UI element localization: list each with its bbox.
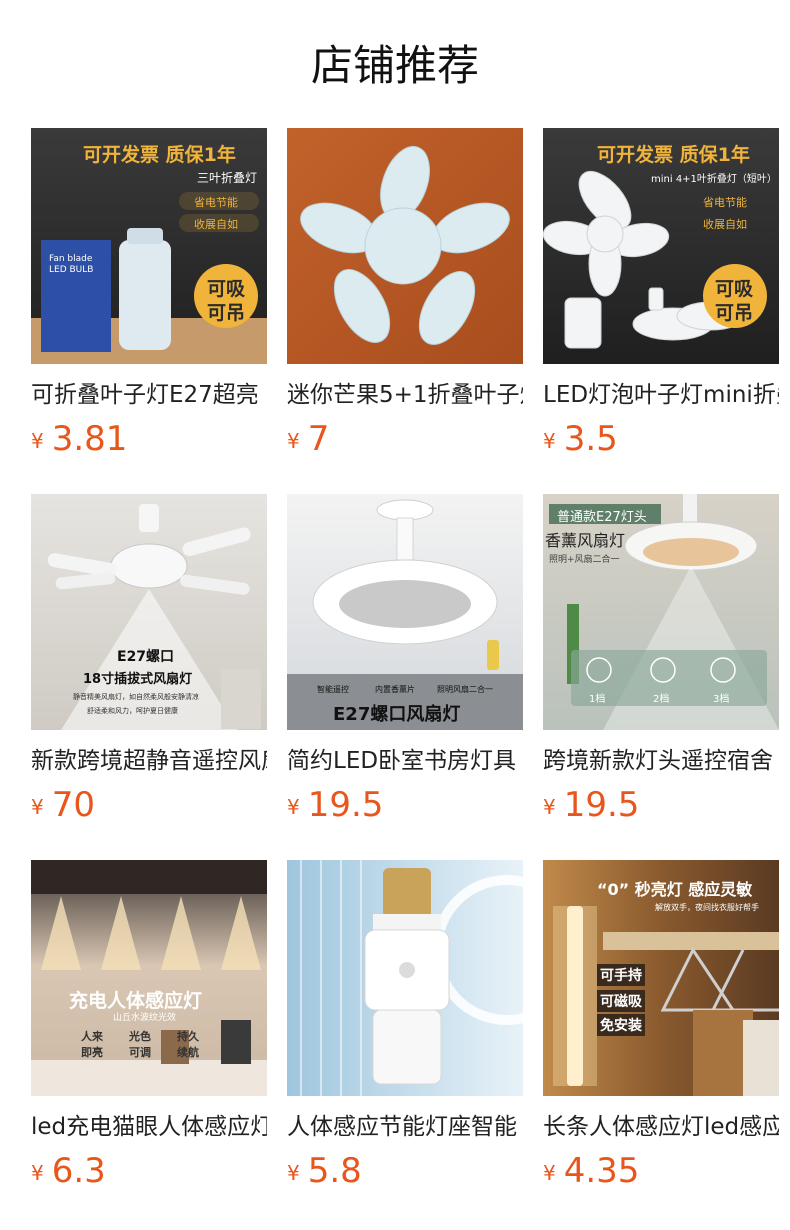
image-text: 可吊 <box>715 302 754 324</box>
product-price: ¥4.35 <box>543 1152 779 1190</box>
image-text: 静音精美风扇灯，如自然柔风般安静清凉 <box>73 693 199 701</box>
product-price: ¥3.5 <box>543 420 779 458</box>
image-text: 照明+风扇二合一 <box>549 555 620 565</box>
product-card[interactable]: “0” 秒亮灯 感应灵敏 解放双手，夜间找衣服好帮手 可手持 可磁吸 免安装 长… <box>543 860 779 1196</box>
currency-symbol: ¥ <box>31 1161 44 1185</box>
product-image[interactable]: 普通款E27灯头 香薰风扇灯 照明+风扇二合一 1档 2档 3档 <box>543 494 779 730</box>
currency-symbol: ¥ <box>543 795 556 819</box>
product-name[interactable]: 新款跨境超静音遥控风扇灯 <box>31 746 267 776</box>
image-text: 三叶折叠灯 <box>197 171 258 185</box>
image-text: 舒适柔和风力，呵护夏日健康 <box>87 707 178 715</box>
image-text: 普通款E27灯头 <box>557 510 647 525</box>
product-price: ¥70 <box>31 786 267 824</box>
image-text: 照明风扇二合一 <box>437 685 493 694</box>
price-value: 19.5 <box>563 785 640 825</box>
product-name[interactable]: 简约LED卧室书房灯具 <box>287 746 523 776</box>
product-price: ¥7 <box>287 420 523 458</box>
product-name[interactable]: 迷你芒果5+1折叠叶子灯 <box>287 380 523 410</box>
image-text: 3档 <box>713 694 730 705</box>
image-text: 山丘水波纹光效 <box>113 1013 177 1023</box>
product-card[interactable]: 迷你芒果5+1折叠叶子灯 ¥7 <box>287 128 523 464</box>
image-text: 可吊 <box>207 302 246 324</box>
product-image[interactable]: 可开发票 质保1年 三叶折叠灯 省电节能 收展自如 可吸 可吊 Fan blad… <box>31 128 267 364</box>
product-price: ¥6.3 <box>31 1152 267 1190</box>
image-text: 智能遥控 <box>317 685 349 694</box>
price-value: 3.81 <box>51 419 128 459</box>
product-card[interactable]: 可开发票 质保1年 mini 4+1叶折叠灯（短叶） 省电节能 收展自如 可吸 … <box>543 128 779 464</box>
image-text: 持久续航 <box>177 1030 199 1059</box>
image-text: 收展自如 <box>703 218 747 231</box>
currency-symbol: ¥ <box>543 429 556 453</box>
image-text: 可磁吸 <box>597 990 645 1012</box>
image-text: 可开发票 质保1年 <box>83 144 236 166</box>
product-grid: 可开发票 质保1年 三叶折叠灯 省电节能 收展自如 可吸 可吊 Fan blad… <box>31 128 779 1196</box>
price-value: 7 <box>307 419 330 459</box>
currency-symbol: ¥ <box>31 429 44 453</box>
price-value: 6.3 <box>51 1151 106 1191</box>
product-card[interactable]: 可开发票 质保1年 三叶折叠灯 省电节能 收展自如 可吸 可吊 Fan blad… <box>31 128 267 464</box>
image-text: 充电人体感应灯 <box>69 990 203 1012</box>
image-text: 人来即亮 <box>81 1030 103 1059</box>
currency-symbol: ¥ <box>287 429 300 453</box>
product-card[interactable]: 智能遥控 内置香薰片 照明风扇二合一 E27螺口风扇灯 简约LED卧室书房灯具 … <box>287 494 523 830</box>
product-image[interactable]: E27螺口 18寸插拔式风扇灯 静音精美风扇灯，如自然柔风般安静清凉 舒适柔和风… <box>31 494 267 730</box>
currency-symbol: ¥ <box>287 1161 300 1185</box>
product-name[interactable]: led充电猫眼人体感应灯 <box>31 1112 267 1142</box>
image-text: mini 4+1叶折叠灯（短叶） <box>651 174 777 185</box>
image-text: “0” 秒亮灯 感应灵敏 <box>597 880 753 899</box>
product-name[interactable]: LED灯泡叶子灯mini折叠 <box>543 380 779 410</box>
image-text: 光色可调 <box>129 1030 151 1059</box>
currency-symbol: ¥ <box>31 795 44 819</box>
price-value: 5.8 <box>307 1151 362 1191</box>
currency-symbol: ¥ <box>287 795 300 819</box>
price-value: 4.35 <box>563 1151 640 1191</box>
section-title: 店铺推荐 <box>310 41 479 90</box>
image-text: 可吸 <box>715 278 754 300</box>
price-value: 19.5 <box>307 785 384 825</box>
image-text: 可开发票 质保1年 <box>597 144 750 166</box>
product-name[interactable]: 人体感应节能灯座智能 <box>287 1112 523 1142</box>
image-text: 省电节能 <box>194 196 238 209</box>
product-card[interactable]: E27螺口 18寸插拔式风扇灯 静音精美风扇灯，如自然柔风般安静清凉 舒适柔和风… <box>31 494 267 830</box>
image-text: 18寸插拔式风扇灯 <box>83 672 193 687</box>
image-text: 可手持 <box>597 964 645 986</box>
product-image[interactable]: 充电人体感应灯 山丘水波纹光效 人来即亮 光色可调 持久续航 <box>31 860 267 1096</box>
image-text: 收展自如 <box>194 218 238 231</box>
image-text: 1档 <box>589 694 606 705</box>
price-value: 70 <box>51 785 95 825</box>
image-text: 省电节能 <box>703 196 747 209</box>
product-image[interactable]: 可开发票 质保1年 mini 4+1叶折叠灯（短叶） 省电节能 收展自如 可吸 … <box>543 128 779 364</box>
image-text: 2档 <box>653 694 670 705</box>
product-image[interactable] <box>287 860 523 1096</box>
product-name[interactable]: 可折叠叶子灯E27超亮 <box>31 380 267 410</box>
product-card[interactable]: 普通款E27灯头 香薰风扇灯 照明+风扇二合一 1档 2档 3档 跨境新款灯头遥… <box>543 494 779 830</box>
image-text: 可吸 <box>207 278 246 300</box>
product-price: ¥5.8 <box>287 1152 523 1190</box>
product-image[interactable] <box>287 128 523 364</box>
product-name[interactable]: 长条人体感应灯led感应 <box>543 1112 779 1142</box>
image-text: E27螺口风扇灯 <box>333 704 461 725</box>
image-text: 内置香薰片 <box>375 685 415 694</box>
price-value: 3.5 <box>563 419 618 459</box>
image-text: 解放双手，夜间找衣服好帮手 <box>655 903 759 912</box>
image-text: LED BULB <box>49 265 94 275</box>
product-image[interactable]: 智能遥控 内置香薰片 照明风扇二合一 E27螺口风扇灯 <box>287 494 523 730</box>
product-price: ¥3.81 <box>31 420 267 458</box>
product-image[interactable]: “0” 秒亮灯 感应灵敏 解放双手，夜间找衣服好帮手 可手持 可磁吸 免安装 <box>543 860 779 1096</box>
product-card[interactable]: 充电人体感应灯 山丘水波纹光效 人来即亮 光色可调 持久续航 led充电猫眼人体… <box>31 860 267 1196</box>
product-price: ¥19.5 <box>287 786 523 824</box>
product-name[interactable]: 跨境新款灯头遥控宿舍 <box>543 746 779 776</box>
image-text: E27螺口 <box>117 649 175 665</box>
image-text: 免安装 <box>597 1014 645 1036</box>
product-card[interactable]: 人体感应节能灯座智能 ¥5.8 <box>287 860 523 1196</box>
product-price: ¥19.5 <box>543 786 779 824</box>
currency-symbol: ¥ <box>543 1161 556 1185</box>
image-text: Fan blade <box>49 254 93 264</box>
image-text: 香薰风扇灯 <box>545 531 626 550</box>
